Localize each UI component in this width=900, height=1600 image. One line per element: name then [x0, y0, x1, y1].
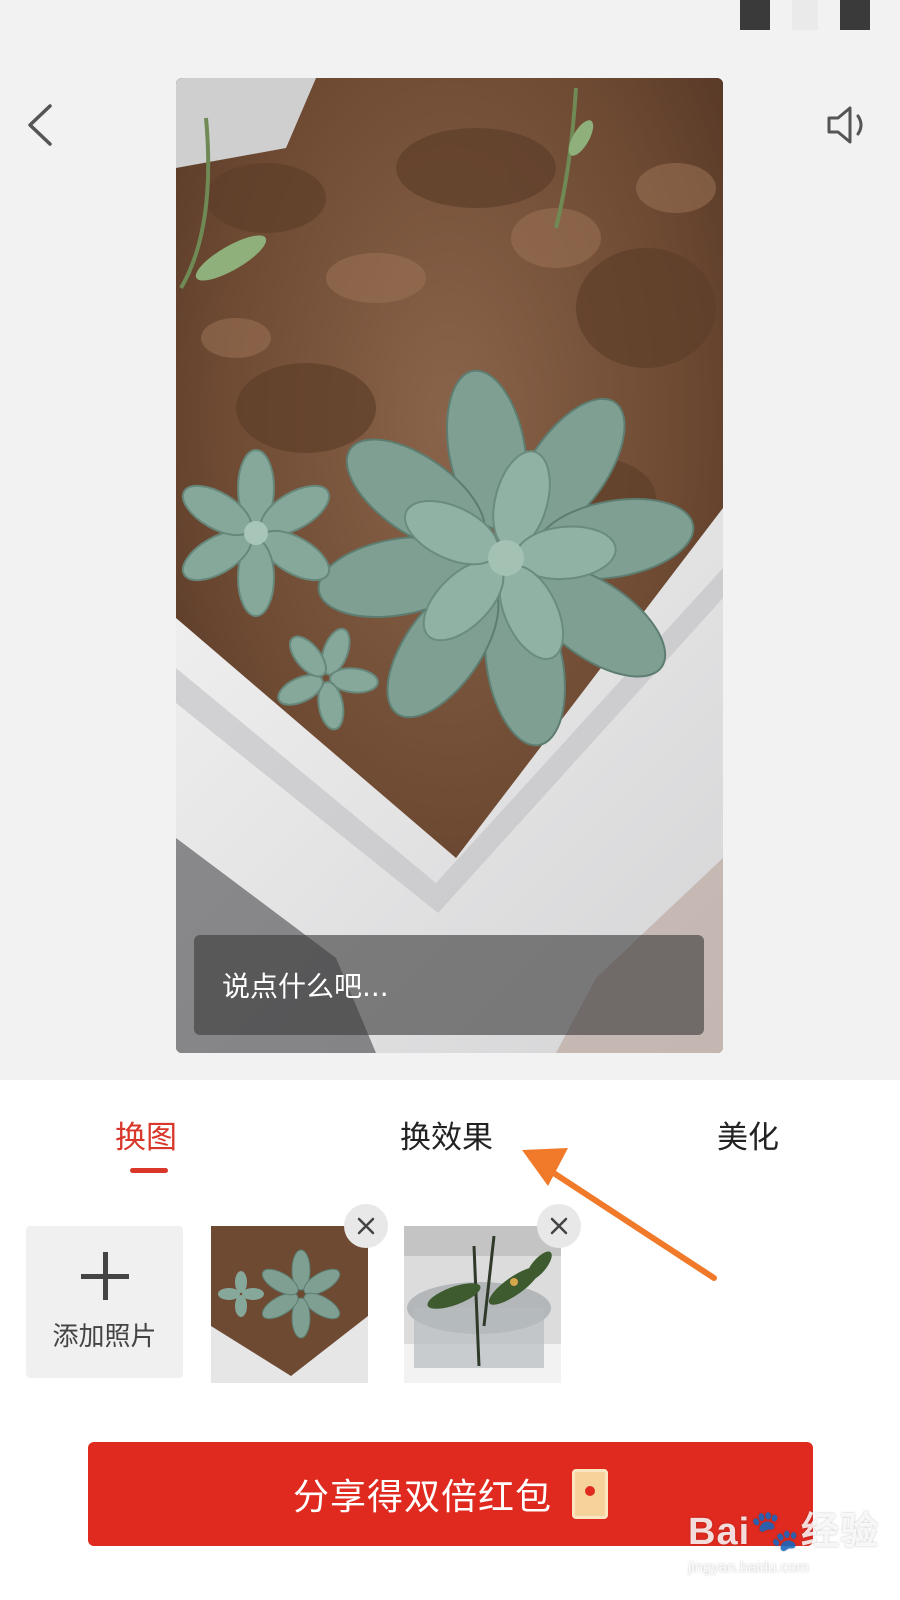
- caption-placeholder: 说点什么吧...: [222, 970, 389, 1003]
- tab-beautify[interactable]: 美化: [717, 1112, 779, 1157]
- add-photo-label: 添加照片: [52, 1321, 157, 1352]
- tab-label: 换图: [115, 1120, 177, 1156]
- plant-vase-thumbnail-image: [404, 1226, 561, 1383]
- tab-bar: 换图 换效果 美化: [0, 1112, 900, 1182]
- remove-photo-button[interactable]: [344, 1204, 388, 1248]
- chevron-left-icon: [28, 104, 52, 146]
- succulent-thumbnail-image: [211, 1226, 368, 1383]
- back-button[interactable]: [20, 100, 60, 150]
- status-block: [740, 0, 770, 30]
- tab-change-effect[interactable]: 换效果: [400, 1112, 493, 1157]
- watermark-logo: Bai🐾经验: [688, 1509, 879, 1553]
- close-icon: [550, 1217, 568, 1235]
- active-tab-indicator: [130, 1168, 168, 1173]
- photo-thumbnail[interactable]: [404, 1204, 581, 1383]
- status-block: [792, 0, 818, 30]
- close-icon: [357, 1217, 375, 1235]
- tab-change-image[interactable]: 换图: [115, 1112, 177, 1157]
- remove-photo-button[interactable]: [537, 1204, 581, 1248]
- speaker-icon: [827, 106, 863, 144]
- photo-thumbnail[interactable]: [211, 1204, 388, 1383]
- share-button-label: 分享得双倍红包: [292, 1477, 552, 1518]
- caption-input[interactable]: 说点什么吧...: [194, 935, 704, 1035]
- red-envelope-icon: [572, 1469, 608, 1519]
- succulent-photo: [176, 78, 723, 1053]
- baidu-jingyan-watermark: Bai🐾经验 jingyan.baidu.com: [688, 1500, 888, 1590]
- add-photo-button[interactable]: 添加照片: [26, 1226, 183, 1378]
- status-block: [840, 0, 870, 30]
- sound-toggle-button[interactable]: [826, 104, 872, 146]
- photo-preview: 说点什么吧...: [176, 78, 723, 1053]
- tab-label: 美化: [717, 1120, 779, 1156]
- watermark-site: jingyan.baidu.com: [688, 1559, 809, 1576]
- tab-label: 换效果: [400, 1120, 493, 1156]
- plus-icon: [80, 1251, 129, 1300]
- status-bar: [740, 0, 870, 30]
